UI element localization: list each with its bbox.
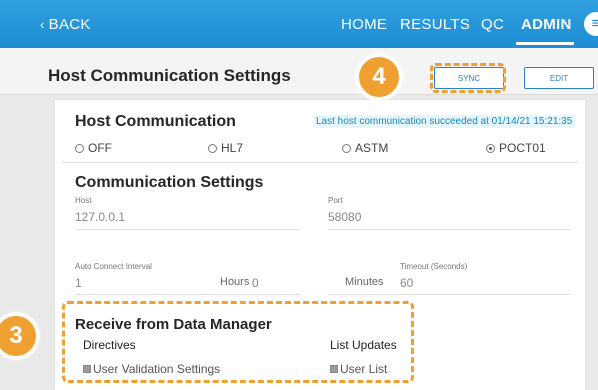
radio-icon bbox=[342, 143, 351, 153]
radio-icon bbox=[208, 143, 217, 153]
port-field[interactable]: 58080 bbox=[328, 210, 361, 224]
page-header: Host Communication Settings bbox=[0, 48, 598, 95]
host-field[interactable]: 127.0.0.1 bbox=[75, 210, 125, 224]
status-message: Last host communication succeeded at 01/… bbox=[313, 115, 576, 128]
sync-highlight-box bbox=[430, 63, 506, 93]
auto-connect-label: Auto Connect Interval bbox=[75, 262, 152, 271]
nav-results[interactable]: RESULTS bbox=[400, 16, 470, 33]
nav-qc[interactable]: QC bbox=[481, 16, 504, 33]
step-3-callout: 3 bbox=[0, 316, 36, 356]
active-tab-indicator bbox=[516, 42, 574, 45]
nav-home[interactable]: HOME bbox=[341, 16, 387, 33]
step-4-callout: 4 bbox=[359, 57, 399, 97]
radio-label: HL7 bbox=[221, 141, 244, 155]
radio-off[interactable]: OFF bbox=[75, 141, 112, 155]
back-label: BACK bbox=[48, 16, 91, 33]
edit-button[interactable]: EDIT bbox=[524, 67, 594, 89]
auto-connect-underline bbox=[75, 294, 301, 295]
radio-hl7[interactable]: HL7 bbox=[208, 141, 243, 155]
hamburger-icon[interactable]: ≡ bbox=[584, 12, 598, 36]
radio-icon bbox=[75, 143, 84, 153]
page-title: Host Communication Settings bbox=[48, 66, 291, 85]
timeout-field[interactable]: 60 bbox=[400, 276, 413, 290]
communication-settings-title: Communication Settings bbox=[75, 174, 264, 191]
nav-admin[interactable]: ADMIN bbox=[521, 16, 572, 33]
host-communication-title: Host Communication bbox=[75, 113, 236, 130]
timeout-label: Timeout (Seconds) bbox=[400, 262, 468, 271]
receive-highlight-box bbox=[62, 301, 414, 383]
radio-poct01[interactable]: POCT01 bbox=[486, 141, 546, 155]
back-button[interactable]: ‹ BACK bbox=[40, 16, 91, 33]
hours-label: Hours bbox=[220, 276, 250, 288]
timeout-underline bbox=[328, 294, 570, 295]
section-divider bbox=[62, 162, 578, 163]
auto-connect-field[interactable]: 1 bbox=[75, 276, 82, 290]
host-field-underline bbox=[75, 229, 301, 230]
radio-label: ASTM bbox=[355, 141, 389, 155]
hours-field[interactable]: 0 bbox=[252, 276, 259, 290]
radio-label: POCT01 bbox=[499, 141, 546, 155]
port-label: Port bbox=[328, 196, 343, 205]
host-label: Host bbox=[75, 196, 92, 205]
chevron-left-icon: ‹ bbox=[40, 17, 45, 32]
radio-astm[interactable]: ASTM bbox=[342, 141, 388, 155]
radio-selected-icon bbox=[486, 143, 495, 153]
top-nav-bar: ‹ BACK HOME RESULTS QC ADMIN ≡ bbox=[0, 0, 598, 48]
radio-label: OFF bbox=[88, 141, 112, 155]
port-field-underline bbox=[328, 229, 570, 230]
minutes-label: Minutes bbox=[345, 276, 384, 288]
